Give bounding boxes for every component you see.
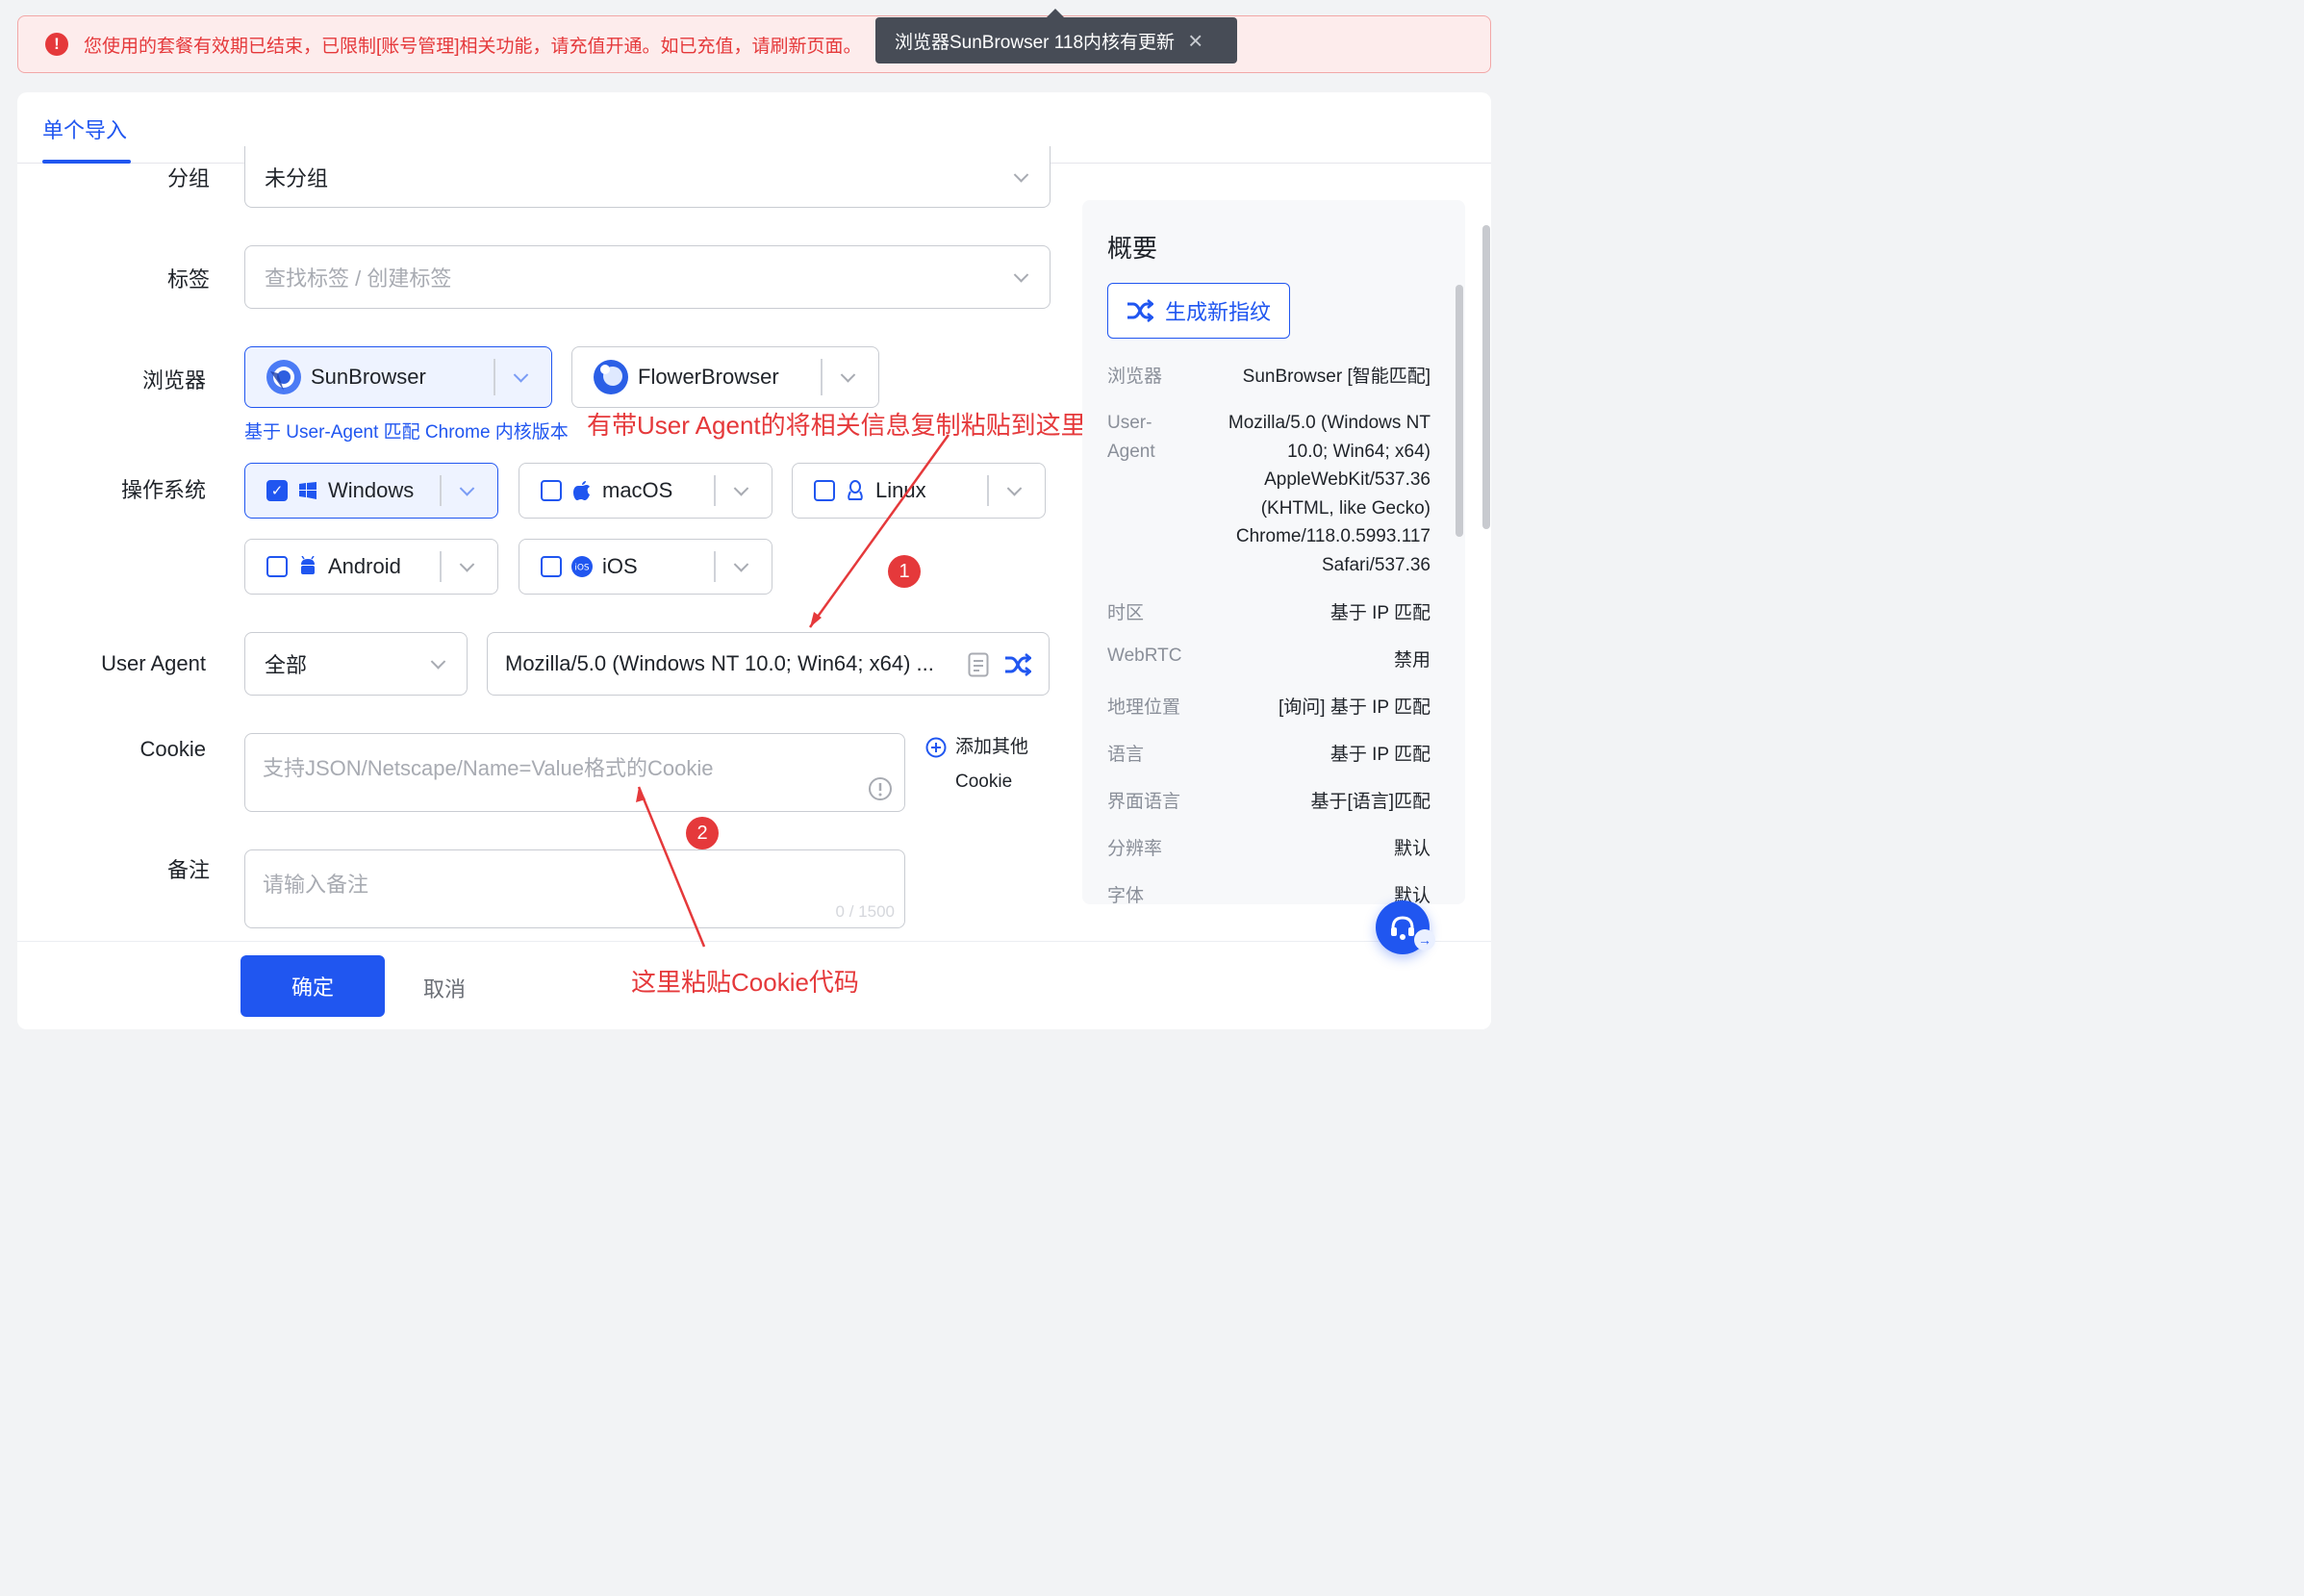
arrow-1-line [808, 434, 950, 628]
arrow-2-line [637, 786, 706, 948]
annotation-arrows [636, 434, 950, 948]
arrow-right-icon[interactable]: → [1414, 929, 1435, 950]
